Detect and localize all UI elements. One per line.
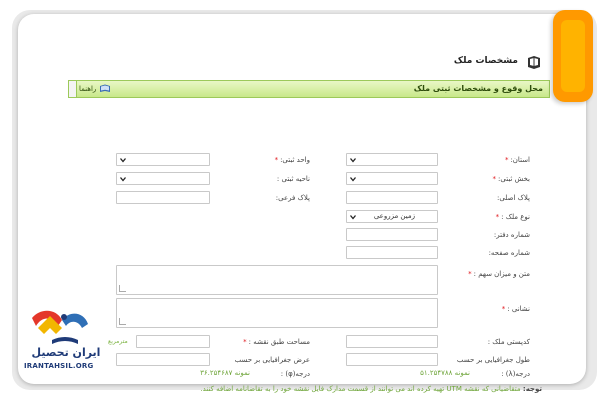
page-number-label: شماره صفحه: bbox=[488, 249, 530, 257]
main-plate-label: پلاک اصلی: bbox=[496, 194, 530, 202]
share-text-label: متن و میزان سهم :* bbox=[468, 270, 530, 278]
latitude-example: نمونه ۳۶.۲۵۴۶۸۷ bbox=[200, 369, 250, 377]
registry-unit-select[interactable] bbox=[116, 153, 210, 166]
section-header: محل وقوع و مشخصات ثبتی ملک راهنما bbox=[68, 80, 550, 98]
logo-name: ایران تحصیل bbox=[32, 346, 101, 359]
chevron-down-icon bbox=[120, 177, 126, 182]
longitude-input[interactable] bbox=[346, 353, 438, 366]
registry-area-label: ناحیه ثبتی : bbox=[276, 175, 310, 183]
registry-section-select[interactable] bbox=[346, 172, 438, 185]
ledger-number-input[interactable] bbox=[346, 228, 438, 241]
collapse-handle[interactable] bbox=[69, 81, 77, 97]
chevron-down-icon bbox=[350, 215, 356, 220]
province-label: استان:* bbox=[504, 156, 530, 164]
book-icon bbox=[100, 84, 111, 92]
title-bar: مشخصات ملک bbox=[50, 40, 550, 78]
address-label: نشانی :* bbox=[501, 305, 530, 313]
page-title: مشخصات ملک bbox=[453, 56, 518, 66]
property-form: استان:* واحد ثبتی:* بخش ثبتی:* ناحیه ثبت… bbox=[50, 98, 550, 393]
sub-plate-input[interactable] bbox=[116, 191, 210, 204]
longitude-degree-label: درجه(λ) : bbox=[501, 370, 530, 378]
longitude-label: طول جغرافیایی بر حسب bbox=[456, 356, 530, 364]
registry-section-label: بخش ثبتی:* bbox=[492, 175, 530, 183]
book-icon bbox=[528, 56, 540, 69]
province-select[interactable] bbox=[346, 153, 438, 166]
address-text-area[interactable] bbox=[116, 298, 438, 328]
utm-note: توجه: متقاضیانی که نقشه UTM تهیه کرده ان… bbox=[200, 385, 542, 393]
ledger-number-label: شماره دفتر: bbox=[493, 231, 530, 239]
map-area-label: مساحت طبق نقشه :* bbox=[243, 338, 310, 346]
page-number-input[interactable] bbox=[346, 246, 438, 259]
chevron-down-icon bbox=[350, 177, 356, 182]
postal-code-input[interactable] bbox=[346, 335, 438, 348]
latitude-degree-label: درجه(φ) : bbox=[280, 370, 310, 378]
orange-tab bbox=[553, 10, 593, 102]
latitude-label: عرض جغرافیایی بر حسب bbox=[234, 356, 310, 364]
help-label[interactable]: راهنما bbox=[79, 85, 96, 93]
main-plate-input[interactable] bbox=[346, 191, 438, 204]
map-area-input[interactable] bbox=[136, 335, 210, 348]
chevron-down-icon bbox=[350, 158, 356, 163]
latitude-input[interactable] bbox=[116, 353, 210, 366]
longitude-example: نمونه ۵۱.۲۵۴۷۸۸ bbox=[420, 369, 470, 377]
logo-site: IRANTAHSIL.ORG bbox=[24, 362, 94, 370]
property-type-select[interactable]: زمین مزروعی bbox=[346, 210, 438, 223]
postal-code-label: کدپستی ملک : bbox=[487, 338, 530, 346]
share-text-area[interactable] bbox=[116, 265, 438, 295]
sub-plate-label: پلاک فرعی: bbox=[275, 194, 310, 202]
registry-unit-label: واحد ثبتی:* bbox=[274, 156, 310, 164]
help-link[interactable]: راهنما bbox=[79, 84, 111, 93]
section-title: محل وقوع و مشخصات ثبتی ملک bbox=[413, 84, 543, 93]
registry-area-select[interactable] bbox=[116, 172, 210, 185]
property-details-page: مشخصات ملک محل وقوع و مشخصات ثبتی ملک را… bbox=[50, 40, 550, 393]
chevron-down-icon bbox=[120, 158, 126, 163]
property-type-value: زمین مزروعی bbox=[373, 212, 415, 220]
property-type-label: نوع ملک :* bbox=[495, 213, 530, 221]
